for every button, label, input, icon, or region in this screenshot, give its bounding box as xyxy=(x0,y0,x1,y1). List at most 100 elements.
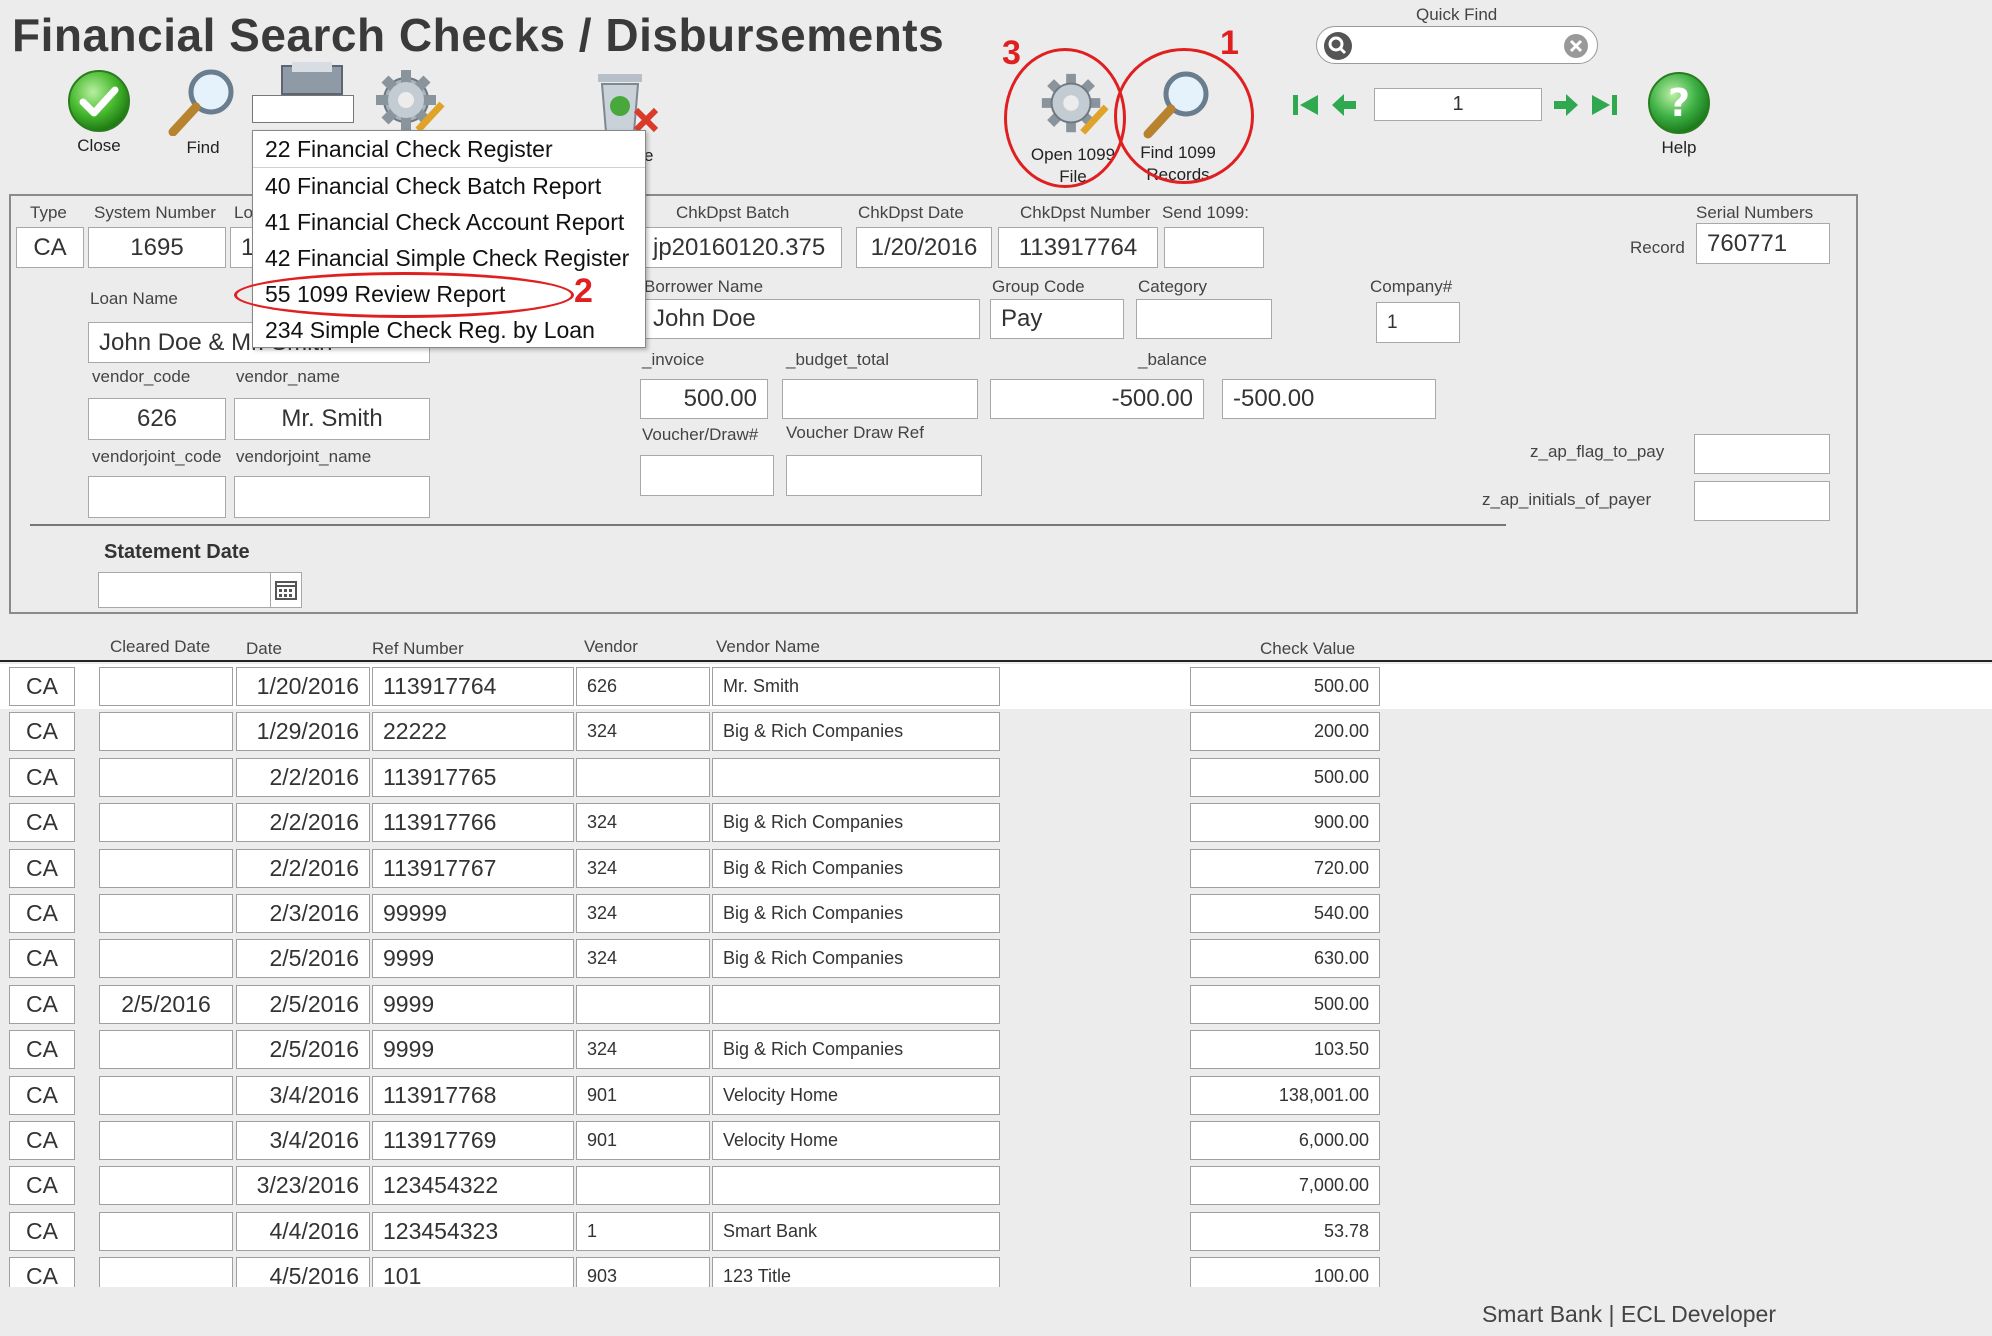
cell-vendor-name[interactable]: Big & Rich Companies xyxy=(712,939,1000,978)
table-row[interactable]: CA4/4/20161234543231Smart Bank53.78 xyxy=(0,1209,1992,1254)
cell-vendor[interactable]: 1 xyxy=(576,1212,710,1251)
header-check-value[interactable]: Check Value xyxy=(1260,639,1355,659)
cell-vendor-name[interactable]: Big & Rich Companies xyxy=(712,803,1000,842)
cell-type[interactable]: CA xyxy=(9,803,75,842)
cell-vendor-name[interactable]: Big & Rich Companies xyxy=(712,849,1000,888)
previous-record-icon[interactable] xyxy=(1330,90,1360,120)
vendorjoint-code-field[interactable] xyxy=(88,476,226,518)
clear-icon[interactable] xyxy=(1563,33,1589,59)
cell-vendor[interactable] xyxy=(576,1166,710,1205)
menu-item-234-simple-check-reg-by-loan[interactable]: 234 Simple Check Reg. by Loan xyxy=(253,312,645,348)
cell-type[interactable]: CA xyxy=(9,758,75,797)
help-button[interactable]: ? Help xyxy=(1640,70,1718,158)
cell-date[interactable]: 4/4/2016 xyxy=(236,1212,370,1251)
cell-ref[interactable]: 9999 xyxy=(372,1030,574,1069)
table-row[interactable]: CA3/4/2016113917769901Velocity Home6,000… xyxy=(0,1118,1992,1163)
first-record-icon[interactable] xyxy=(1290,90,1320,120)
cell-ref[interactable]: 113917764 xyxy=(372,667,574,706)
cell-vendor-name[interactable] xyxy=(712,985,1000,1024)
cell-value[interactable]: 200.00 xyxy=(1190,712,1380,751)
cell-value[interactable]: 7,000.00 xyxy=(1190,1166,1380,1205)
cell-date[interactable]: 2/2/2016 xyxy=(236,849,370,888)
cell-vendor-name[interactable] xyxy=(712,1166,1000,1205)
table-row[interactable]: CA3/4/2016113917768901Velocity Home138,0… xyxy=(0,1073,1992,1118)
settings-gear-icon[interactable] xyxy=(370,64,446,140)
cell-vendor[interactable] xyxy=(576,985,710,1024)
cell-cleared[interactable] xyxy=(99,894,233,933)
menu-item-41-financial-check-account-report[interactable]: 41 Financial Check Account Report xyxy=(253,204,645,240)
cell-value[interactable]: 720.00 xyxy=(1190,849,1380,888)
cell-vendor[interactable]: 324 xyxy=(576,939,710,978)
cell-ref[interactable]: 22222 xyxy=(372,712,574,751)
cell-date[interactable]: 3/4/2016 xyxy=(236,1076,370,1115)
cell-type[interactable]: CA xyxy=(9,712,75,751)
table-row[interactable]: CA3/23/20161234543227,000.00 xyxy=(0,1163,1992,1208)
cell-ref[interactable]: 113917769 xyxy=(372,1121,574,1160)
cell-cleared[interactable] xyxy=(99,849,233,888)
cell-vendor[interactable]: 626 xyxy=(576,667,710,706)
cell-date[interactable]: 2/5/2016 xyxy=(236,985,370,1024)
print-icon[interactable] xyxy=(272,62,352,96)
cell-date[interactable]: 2/3/2016 xyxy=(236,894,370,933)
cell-vendor-name[interactable]: Velocity Home xyxy=(712,1076,1000,1115)
cell-cleared[interactable] xyxy=(99,1030,233,1069)
budget-total-field[interactable] xyxy=(782,379,978,419)
table-row[interactable]: CA2/5/20162/5/20169999500.00 xyxy=(0,982,1992,1027)
cell-ref[interactable]: 113917768 xyxy=(372,1076,574,1115)
table-row[interactable]: CA2/2/2016113917765500.00 xyxy=(0,755,1992,800)
cell-date[interactable]: 2/5/2016 xyxy=(236,939,370,978)
cell-vendor[interactable]: 901 xyxy=(576,1121,710,1160)
cell-vendor-name[interactable]: Mr. Smith xyxy=(712,667,1000,706)
cell-value[interactable]: 630.00 xyxy=(1190,939,1380,978)
header-date[interactable]: Date xyxy=(246,639,282,659)
vendor-name-field[interactable]: Mr. Smith xyxy=(234,398,430,440)
cell-ref[interactable]: 123454322 xyxy=(372,1166,574,1205)
cell-ref[interactable]: 9999 xyxy=(372,939,574,978)
cell-vendor-name[interactable]: Big & Rich Companies xyxy=(712,894,1000,933)
cell-ref[interactable]: 99999 xyxy=(372,894,574,933)
header-ref-number[interactable]: Ref Number xyxy=(372,639,464,659)
table-row[interactable]: CA 1/20/2016113917764626Mr. Smith 500.00 xyxy=(0,664,1992,709)
cell-vendor-name[interactable]: Big & Rich Companies xyxy=(712,1030,1000,1069)
cell-vendor-name[interactable]: Smart Bank xyxy=(712,1212,1000,1251)
voucher-draw-field[interactable] xyxy=(640,455,774,496)
cell-ref[interactable]: 113917766 xyxy=(372,803,574,842)
z-ap-flag-to-pay-field[interactable] xyxy=(1694,434,1830,474)
cell-vendor[interactable]: 324 xyxy=(576,894,710,933)
cell-vendor[interactable]: 324 xyxy=(576,712,710,751)
cell-cleared[interactable] xyxy=(99,1212,233,1251)
cell-value[interactable]: 500.00 xyxy=(1190,758,1380,797)
cell-value[interactable]: 540.00 xyxy=(1190,894,1380,933)
cell-date[interactable]: 2/2/2016 xyxy=(236,803,370,842)
cell-type[interactable]: CA xyxy=(9,667,75,706)
cell-cleared[interactable] xyxy=(99,1121,233,1160)
menu-item-40-financial-check-batch-report[interactable]: 40 Financial Check Batch Report xyxy=(253,168,645,204)
invoice-field[interactable]: 500.00 xyxy=(640,379,768,419)
cell-cleared[interactable] xyxy=(99,939,233,978)
cell-date[interactable]: 2/2/2016 xyxy=(236,758,370,797)
menu-item-42-financial-simple-check-register[interactable]: 42 Financial Simple Check Register xyxy=(253,240,645,276)
calendar-icon[interactable] xyxy=(270,572,302,608)
cell-value[interactable]: 138,001.00 xyxy=(1190,1076,1380,1115)
chkdpst-batch-field[interactable]: jp20160120.375 xyxy=(642,227,842,268)
cell-value[interactable]: 6,000.00 xyxy=(1190,1121,1380,1160)
cell-value[interactable]: 103.50 xyxy=(1190,1030,1380,1069)
cell-vendor[interactable]: 324 xyxy=(576,803,710,842)
menu-item-22-financial-check-register[interactable]: 22 Financial Check Register xyxy=(253,131,645,168)
vendorjoint-name-field[interactable] xyxy=(234,476,430,518)
cell-date[interactable]: 1/20/2016 xyxy=(236,667,370,706)
cell-value[interactable]: 53.78 xyxy=(1190,1212,1380,1251)
cell-type[interactable]: CA xyxy=(9,1166,75,1205)
cell-type[interactable]: CA xyxy=(9,1121,75,1160)
z-ap-initials-of-payer-field[interactable] xyxy=(1694,481,1830,521)
table-row[interactable]: CA 2/3/201699999324Big & Rich Companies 54… xyxy=(0,891,1992,936)
table-row[interactable]: CA2/5/20169999324Big & Rich Companies630… xyxy=(0,936,1992,981)
cell-cleared[interactable]: 2/5/2016 xyxy=(99,985,233,1024)
cell-vendor-name[interactable] xyxy=(712,758,1000,797)
table-row[interactable]: CA2/5/20169999324Big & Rich Companies103… xyxy=(0,1027,1992,1072)
cell-type[interactable]: CA xyxy=(9,1212,75,1251)
cell-value[interactable]: 500.00 xyxy=(1190,667,1380,706)
table-row[interactable]: CA 2/2/2016113917766324Big & Rich Compani… xyxy=(0,800,1992,845)
cell-vendor[interactable]: 324 xyxy=(576,1030,710,1069)
cell-type[interactable]: CA xyxy=(9,894,75,933)
